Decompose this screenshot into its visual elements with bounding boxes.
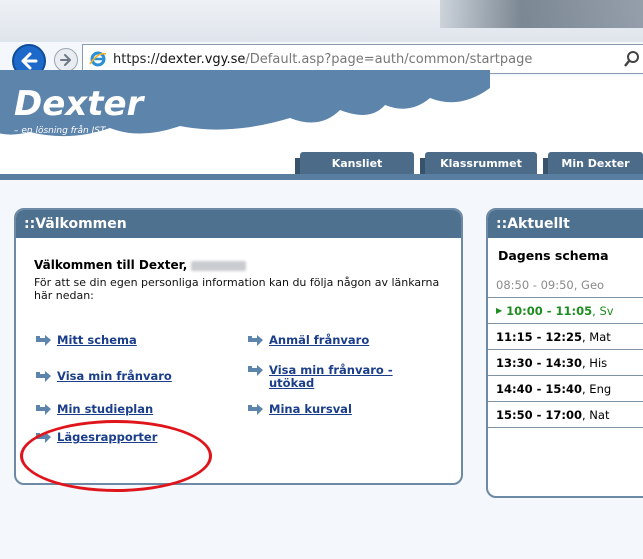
link-arrow-icon (248, 365, 263, 376)
current-marker-icon: ▶ (496, 306, 503, 315)
schedule-row[interactable]: 15:50 - 17:00, Nat (488, 402, 643, 428)
site-header: Dexter – en lösning från IST Kansliet Kl… (0, 70, 643, 174)
schedule-row[interactable]: 13:30 - 14:30, His (488, 350, 643, 376)
welcome-greeting: Välkommen till Dexter, (34, 258, 247, 272)
link-arrow-icon (36, 371, 51, 382)
schedule-title: Dagens schema (498, 248, 609, 263)
link-arrow-icon (36, 335, 51, 346)
schedule-row[interactable]: 08:50 - 09:50, Geo (488, 272, 643, 298)
link-arrow-icon (248, 335, 263, 346)
schedule-row[interactable]: 14:40 - 15:40, Eng (488, 376, 643, 402)
forward-button[interactable] (54, 48, 78, 72)
welcome-heading: ::Välkommen (16, 210, 461, 238)
link-visa-min-franvaro[interactable]: Visa min frånvaro (34, 370, 172, 384)
blurred-window-area (440, 0, 643, 28)
user-name-redacted (191, 260, 247, 271)
red-highlight-ellipse (20, 420, 212, 492)
link-min-studieplan[interactable]: Min studieplan (34, 403, 153, 417)
link-arrow-icon (36, 404, 51, 415)
link-mitt-schema[interactable]: Mitt schema (34, 334, 137, 348)
welcome-intro: För att se din egen personliga informati… (34, 276, 440, 302)
link-visa-min-franvaro-utokad[interactable]: Visa min frånvaro - utökad (246, 364, 396, 390)
tab-kansliet[interactable]: Kansliet (295, 152, 414, 174)
tab-min-dexter[interactable]: Min Dexter (543, 152, 643, 174)
current-heading: ::Aktuellt (488, 210, 643, 238)
back-arrow-icon (21, 52, 38, 70)
current-panel: ::Aktuellt Dagens schema 08:50 - 09:50, … (486, 208, 643, 498)
logo-tagline: – en lösning från IST (14, 126, 106, 136)
search-icon[interactable] (623, 49, 641, 69)
dexter-logo[interactable]: Dexter (14, 84, 143, 124)
forward-arrow-icon (60, 54, 71, 66)
tab-klassrummet[interactable]: Klassrummet (420, 152, 537, 174)
nav-strip (0, 174, 643, 180)
schedule-row[interactable]: 11:15 - 12:25, Mat (488, 324, 643, 350)
schedule-list: 08:50 - 09:50, Geo ▶ 10:00 - 11:05, Sv 11… (488, 272, 643, 428)
link-mina-kursval[interactable]: Mina kursval (246, 403, 352, 417)
link-anmal-franvaro[interactable]: Anmäl frånvaro (246, 334, 369, 348)
schedule-row-current[interactable]: ▶ 10:00 - 11:05, Sv (488, 298, 643, 324)
link-arrow-icon (248, 404, 263, 415)
url-text[interactable]: https://dexter.vgy.se/Default.asp?page=a… (113, 52, 532, 67)
internet-explorer-icon (89, 51, 107, 67)
